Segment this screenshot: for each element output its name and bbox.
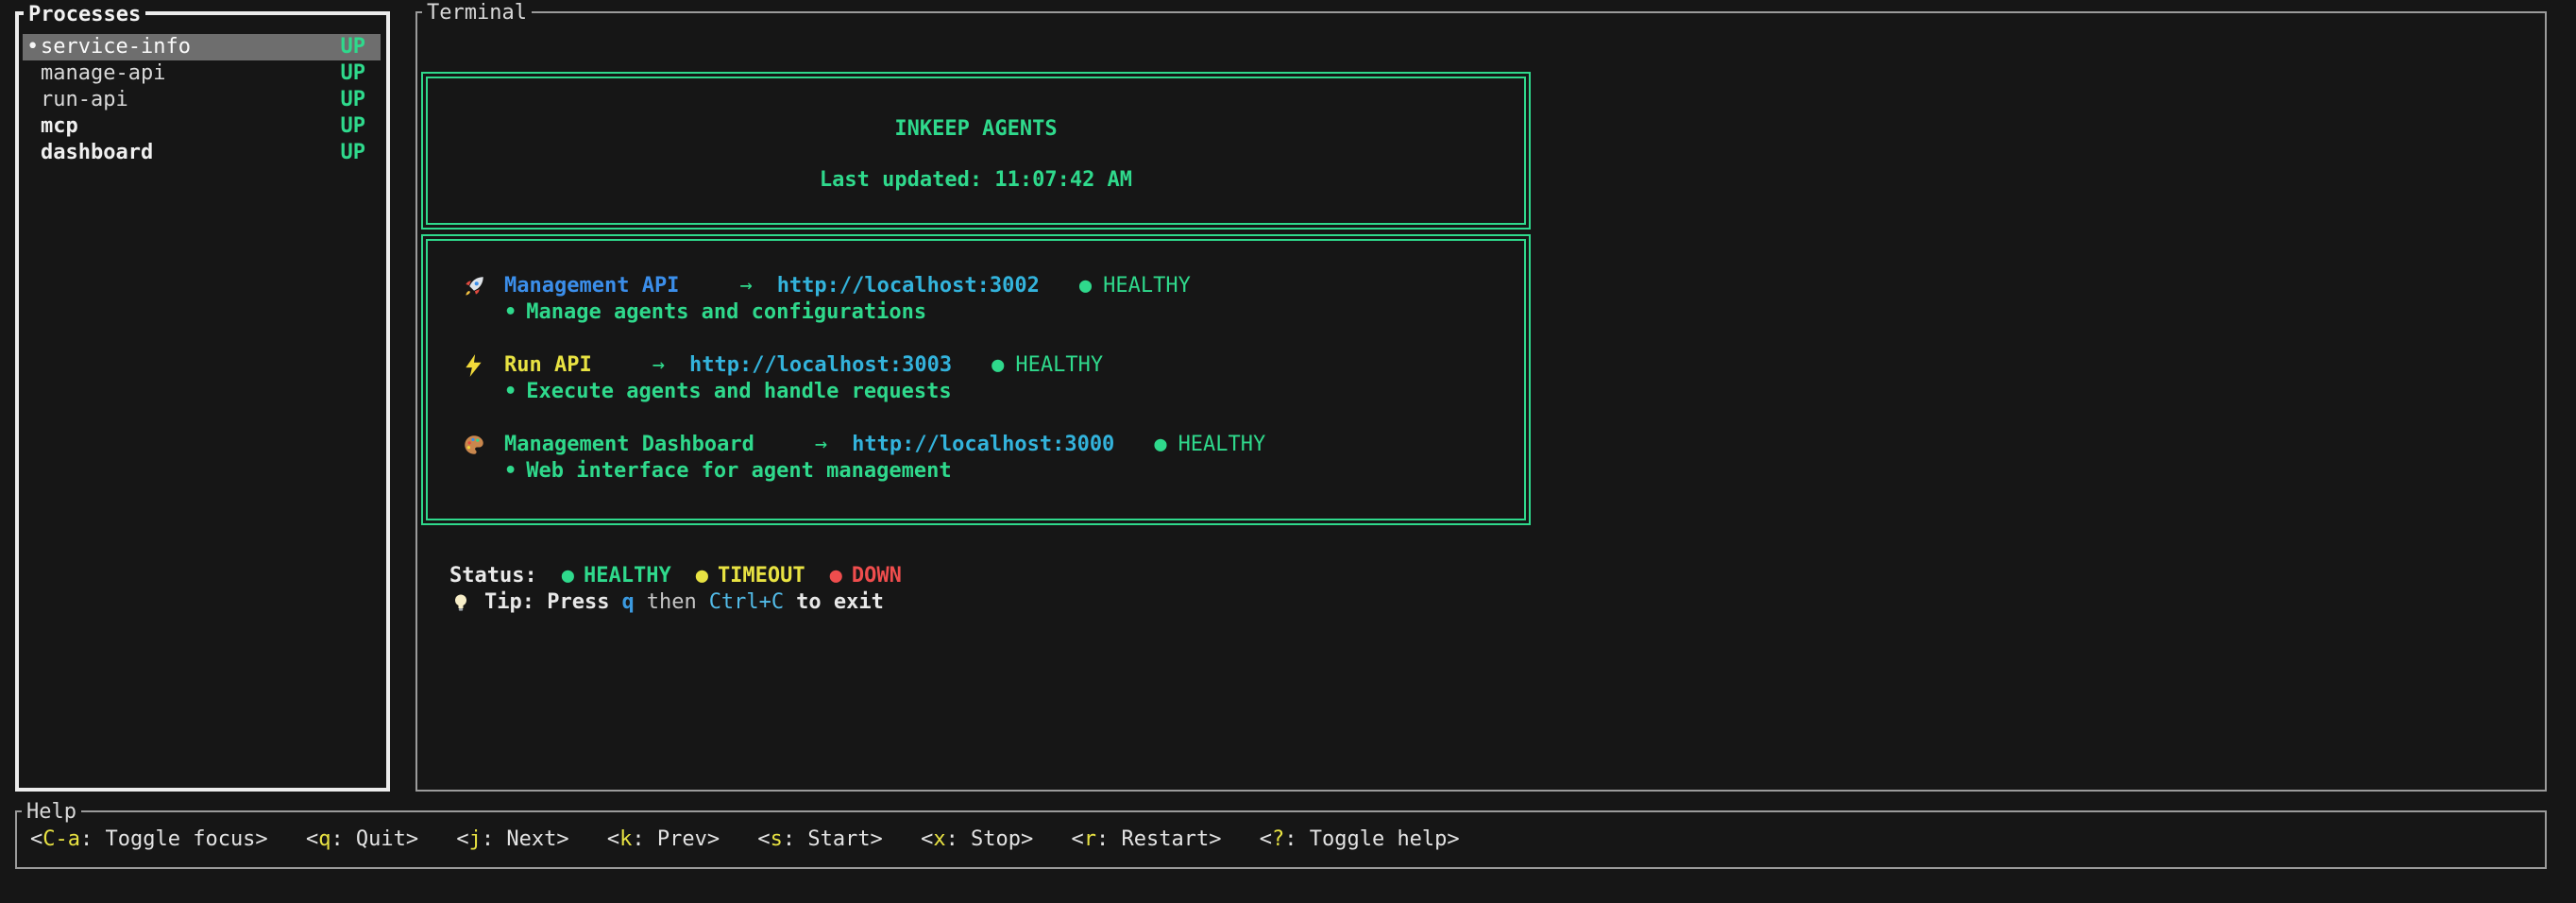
tip-key-ctrl-c: Ctrl+C	[709, 589, 784, 616]
health-dot-icon: ●	[991, 352, 1004, 379]
service-run-api: Run API → http://localhost:3003 ● HEALTH…	[462, 352, 1524, 405]
shortcut-toggle-help: <?: Toggle help>	[1260, 827, 1460, 851]
service-url[interactable]: http://localhost:3003	[689, 352, 952, 379]
help-shortcuts: <C-a: Toggle focus> <q: Quit> <j: Next> …	[17, 812, 2545, 853]
service-management-api: Management API → http://localhost:3002 ●…	[462, 273, 1524, 326]
last-updated-text: Last updated: 11:07:42 AM	[428, 167, 1524, 194]
process-status-badge: UP	[341, 113, 366, 140]
status-legend-label: Status:	[449, 563, 537, 589]
tip-line: Tip: Press q then Ctrl+C to exit	[421, 589, 2545, 616]
healthy-dot-icon: ●	[562, 563, 574, 589]
health-dot-icon: ●	[1079, 273, 1092, 299]
shortcut-quit: <q: Quit>	[306, 827, 418, 851]
service-management-dashboard: Management Dashboard → http://localhost:…	[462, 432, 1524, 485]
arrow-right-icon: →	[739, 273, 752, 299]
process-name: service-info	[41, 34, 341, 60]
rocket-icon	[462, 274, 504, 298]
service-description: Web interface for agent management	[526, 459, 951, 483]
shortcut-toggle-focus: <C-a: Toggle focus>	[30, 827, 268, 851]
legend-down-label: DOWN	[852, 563, 902, 589]
tip-text: to exit	[796, 589, 884, 616]
process-status-badge: UP	[341, 87, 366, 113]
lightning-icon	[462, 353, 504, 378]
help-panel-title: Help	[22, 800, 81, 826]
shortcut-start: <s: Start>	[757, 827, 882, 851]
service-description: Execute agents and handle requests	[526, 380, 951, 403]
process-row-run-api[interactable]: run-api UP	[23, 87, 381, 113]
tip-key-q: q	[621, 589, 634, 616]
process-name: mcp	[41, 113, 341, 140]
shortcut-next: <j: Next>	[456, 827, 568, 851]
service-name: Management Dashboard	[504, 432, 754, 458]
shortcut-prev: <k: Prev>	[607, 827, 720, 851]
processes-panel: Processes • service-info UP manage-api U…	[15, 11, 390, 792]
selected-marker: •	[26, 34, 41, 60]
process-row-mcp[interactable]: mcp UP	[23, 113, 381, 140]
services-box: Management API → http://localhost:3002 ●…	[421, 234, 1531, 525]
terminal-panel[interactable]: Terminal INKEEP AGENTS Last updated: 11:…	[415, 11, 2547, 792]
down-dot-icon: ●	[830, 563, 842, 589]
process-list: • service-info UP manage-api UP run-api …	[19, 15, 386, 166]
legend-healthy: ● HEALTHY	[562, 563, 671, 589]
app-title: INKEEP AGENTS	[428, 116, 1524, 143]
tip-text: Tip: Press	[484, 589, 609, 616]
service-health-status: HEALTHY	[1103, 273, 1191, 299]
bullet-icon: •	[504, 380, 517, 403]
terminal-output: INKEEP AGENTS Last updated: 11:07:42 AM …	[417, 13, 2545, 616]
shortcut-restart: <r: Restart>	[1072, 827, 1222, 851]
help-panel: Help <C-a: Toggle focus> <q: Quit> <j: N…	[15, 810, 2547, 869]
arrow-right-icon: →	[652, 352, 665, 379]
process-row-dashboard[interactable]: dashboard UP	[23, 140, 381, 166]
processes-panel-title: Processes	[24, 3, 145, 29]
service-health-status: HEALTHY	[1178, 432, 1266, 458]
legend-healthy-label: HEALTHY	[584, 563, 671, 589]
status-legend: Status: ● HEALTHY ● TIMEOUT ● DOWN	[421, 563, 2545, 589]
timeout-dot-icon: ●	[696, 563, 708, 589]
service-url[interactable]: http://localhost:3002	[777, 273, 1040, 299]
legend-timeout: ● TIMEOUT	[696, 563, 805, 589]
process-status-badge: UP	[341, 140, 366, 166]
legend-timeout-label: TIMEOUT	[718, 563, 805, 589]
agents-header-box: INKEEP AGENTS Last updated: 11:07:42 AM	[421, 72, 1531, 230]
process-row-service-info[interactable]: • service-info UP	[23, 34, 381, 60]
service-name: Run API	[504, 352, 592, 379]
shortcut-stop: <x: Stop>	[921, 827, 1033, 851]
service-health-status: HEALTHY	[1015, 352, 1103, 379]
process-name: run-api	[41, 87, 341, 113]
service-description: Manage agents and configurations	[526, 300, 926, 324]
bullet-icon: •	[504, 459, 517, 483]
terminal-panel-title: Terminal	[422, 1, 532, 27]
arrow-right-icon: →	[815, 432, 827, 458]
process-name: manage-api	[41, 60, 341, 87]
process-row-manage-api[interactable]: manage-api UP	[23, 60, 381, 87]
legend-down: ● DOWN	[830, 563, 902, 589]
process-status-badge: UP	[341, 60, 366, 87]
palette-icon	[462, 433, 504, 457]
service-url[interactable]: http://localhost:3000	[852, 432, 1114, 458]
process-name: dashboard	[41, 140, 341, 166]
tip-text: then	[647, 589, 697, 616]
app-screen: Processes • service-info UP manage-api U…	[0, 0, 2576, 903]
health-dot-icon: ●	[1154, 432, 1166, 458]
process-status-badge: UP	[341, 34, 366, 60]
lightbulb-icon	[449, 591, 484, 614]
bullet-icon: •	[504, 300, 517, 324]
service-name: Management API	[504, 273, 679, 299]
